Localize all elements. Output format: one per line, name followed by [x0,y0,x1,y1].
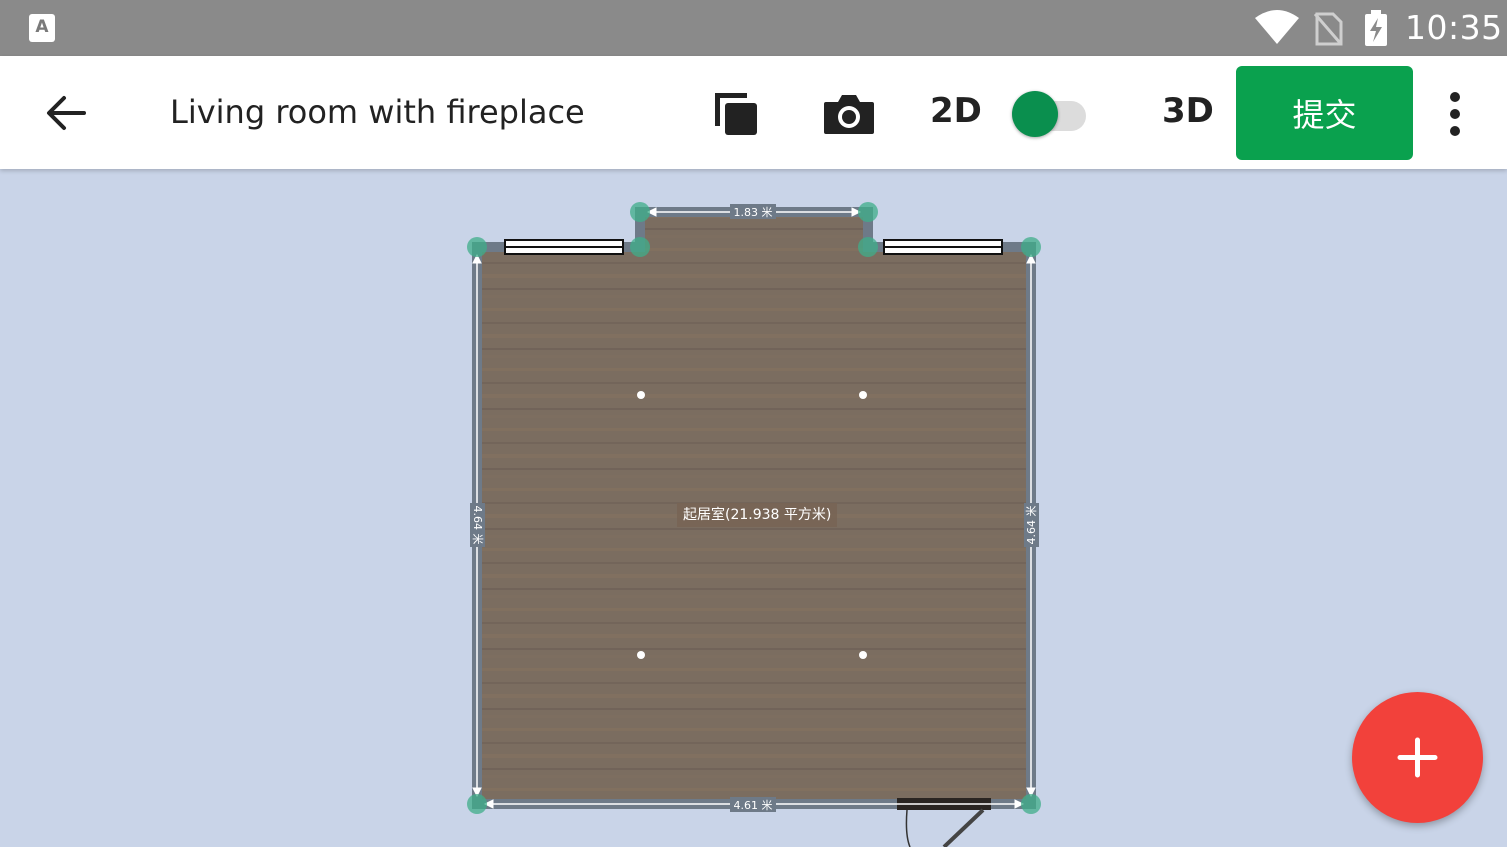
toolbar: Living room with fireplace 2D 3D 提交 [0,56,1507,169]
window-right[interactable] [883,239,1003,255]
door[interactable] [897,798,991,847]
view-mode-toggle[interactable] [1010,88,1090,138]
wifi-icon [1255,10,1299,44]
light-point [859,391,867,399]
add-fab-button[interactable] [1352,692,1483,823]
submit-button[interactable]: 提交 [1236,66,1413,160]
corner-handle [467,237,487,257]
corner-handle [1021,237,1041,257]
dimension-bottom-label: 4.61 米 [734,799,773,812]
plus-icon [1397,737,1438,778]
dimension-left-label: 4.64 米 [471,506,484,545]
room-area-label[interactable]: 起居室(21.938 平方米) [677,503,838,527]
more-options-icon[interactable] [1440,90,1470,138]
view-3d-label: 3D [1162,91,1214,131]
camera-icon[interactable] [822,92,876,136]
light-point [637,391,645,399]
dimension-top-label: 1.83 米 [734,206,773,219]
corner-handle [858,202,878,222]
app-notification-icon: A [29,14,55,42]
corner-handle [630,237,650,257]
no-sim-icon [1313,12,1343,46]
window-left[interactable] [504,239,624,255]
corner-handle [630,202,650,222]
view-2d-label: 2D [930,91,982,131]
copy-icon[interactable] [712,90,760,138]
battery-charging-icon [1365,10,1387,46]
page-title: Living room with fireplace [170,93,585,131]
toggle-thumb [1012,91,1058,137]
dimension-right-label: 4.64 米 [1025,506,1038,545]
corner-handle [858,237,878,257]
light-point [859,651,867,659]
corner-handle [467,794,487,814]
status-time: 10:35 [1405,8,1503,47]
back-arrow-icon[interactable] [40,88,92,138]
corner-handle [1021,794,1041,814]
status-bar: A 10:35 [0,0,1507,56]
light-point [637,651,645,659]
